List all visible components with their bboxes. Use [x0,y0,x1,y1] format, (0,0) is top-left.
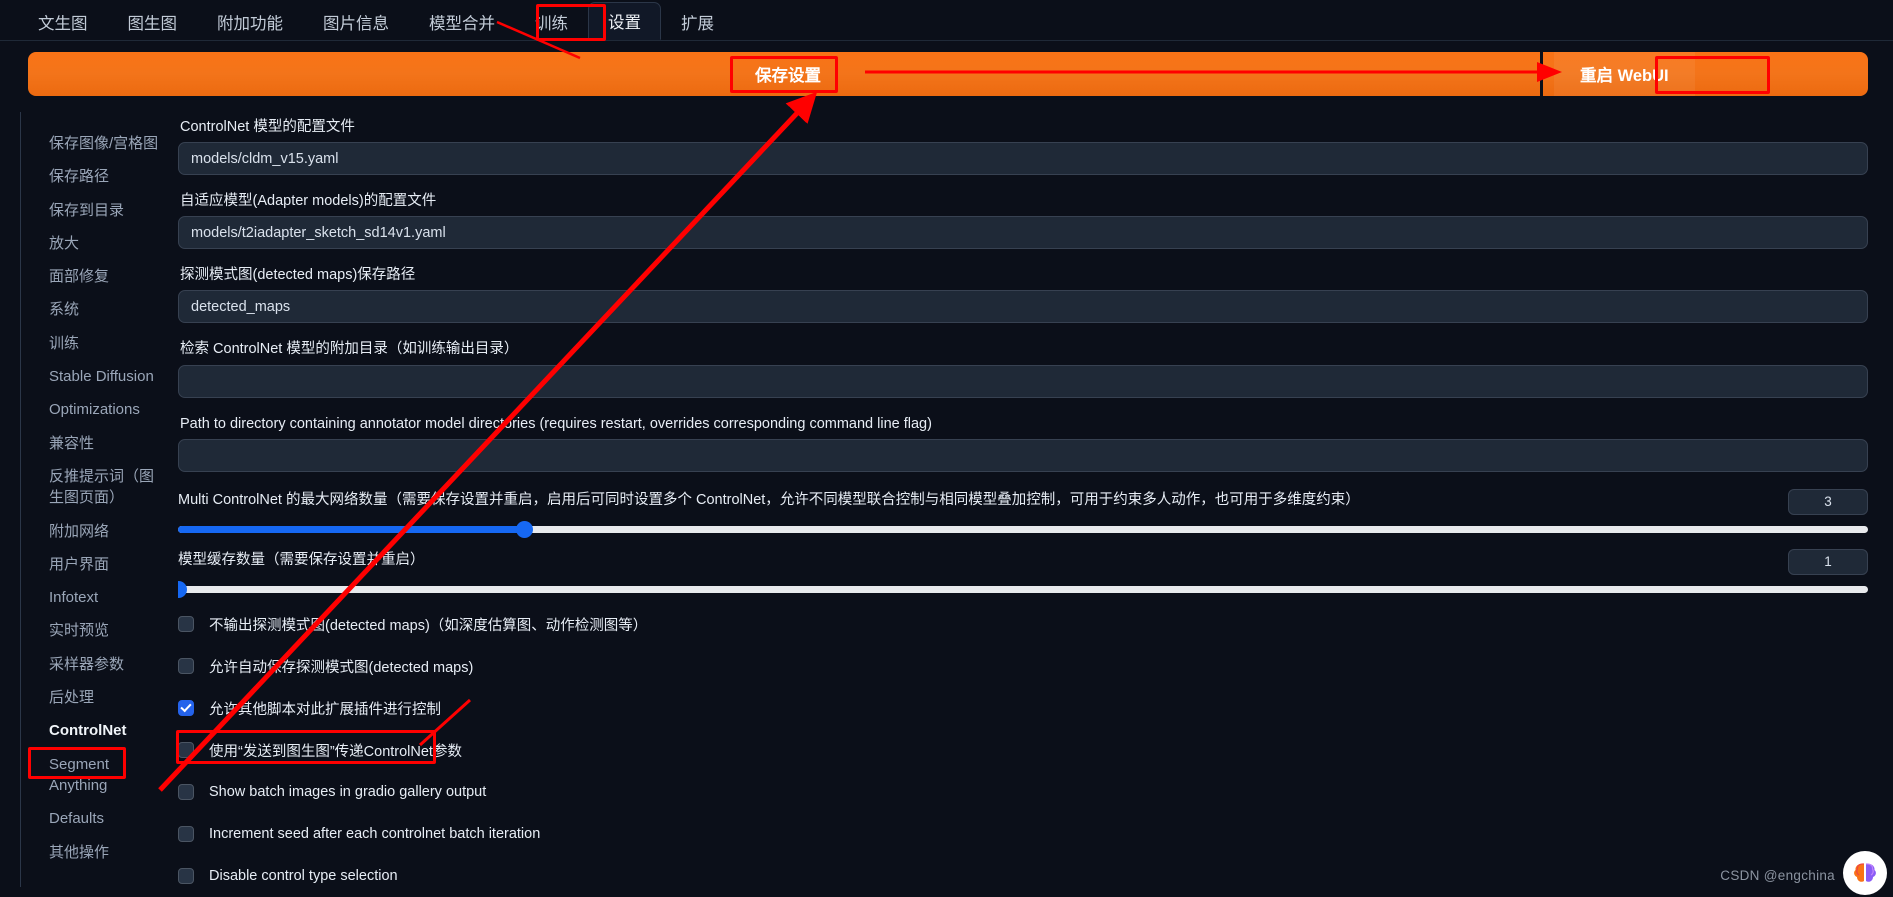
multi-controlnet-slider-knob[interactable] [516,520,534,538]
model-cache-slider-head: 模型缓存数量（需要保存设置并重启） 1 [178,548,1868,575]
top-tab-bar: 文生图 图生图 附加功能 图片信息 模型合并 训练 设置 扩展 [0,0,1893,41]
tab-label: 训练 [535,14,568,33]
config-file-value: models/cldm_v15.yaml [191,150,339,167]
extra-models-dir-label: 检索 ControlNet 模型的附加目录（如训练输出目录） [180,341,519,358]
checkbox-row-disable-control-type[interactable]: Disable control type selection [178,861,1868,888]
adapter-config-label: 自适应模型(Adapter models)的配置文件 [180,193,437,210]
checkbox-allow-other-scripts[interactable] [178,700,194,717]
sidebar-item-save-to-dirs[interactable]: 保存到目录 [21,194,170,227]
adapter-config-value: models/t2iadapter_sketch_sd14v1.yaml [191,224,446,241]
sidebar-item-face-restoration[interactable]: 面部修复 [21,260,170,293]
save-settings-label: 保存设置 [755,67,821,85]
sidebar-item-training[interactable]: 训练 [21,327,170,360]
sidebar-item-defaults[interactable]: Defaults [21,802,170,835]
checkbox-label: 允许其他脚本对此扩展插件进行控制 [209,701,441,718]
checkbox-autosave-detectmap[interactable] [178,658,194,675]
checkbox-label: Increment seed after each controlnet bat… [209,826,541,843]
tab-label: 图生图 [127,14,178,33]
sidebar-item-other-actions[interactable]: 其他操作 [21,836,170,869]
detected-maps-path-label: 探测模式图(detected maps)保存路径 [180,267,416,284]
sidebar-item-segment-anything[interactable]: Segment Anything [21,748,170,803]
checkbox-label: 允许自动保存探测模式图(detected maps) [209,659,474,676]
tab-label: 附加功能 [217,14,283,33]
checkbox-row-autosave-detectmap[interactable]: 允许自动保存探测模式图(detected maps) [178,651,1868,682]
restart-webui-button[interactable]: 重启 WebUI [1554,52,1695,96]
detected-maps-path-input[interactable]: detected_maps [178,290,1868,324]
sidebar-item-interrogate[interactable]: 反推提示词（图生图页面） [21,460,170,515]
app-root: 文生图 图生图 附加功能 图片信息 模型合并 训练 设置 扩展 保存设置 重启 … [0,0,1893,897]
tab-png-info[interactable]: 图片信息 [303,2,409,40]
model-cache-slider-block: 模型缓存数量（需要保存设置并重启） 1 [178,548,1868,598]
multi-controlnet-slider-head: Multi ControlNet 的最大网络数量（需要保存设置并重启，启用后可同… [178,488,1868,515]
sidebar-item-save-paths[interactable]: 保存路径 [21,160,170,193]
settings-sidebar: 保存图像/宫格图 保存路径 保存到目录 放大 面部修复 系统 训练 Stable… [20,112,170,887]
checkbox-row-no-detectmap[interactable]: 不输出探测模式图(detected maps)（如深度估算图、动作检测图等） [178,609,1868,640]
checkbox-show-batch-images[interactable] [178,784,194,801]
tab-label: 图片信息 [323,14,389,33]
adapter-config-input[interactable]: models/t2iadapter_sketch_sd14v1.yaml [178,216,1868,250]
tab-label: 模型合并 [429,14,495,33]
extra-models-dir-input[interactable] [178,364,1868,398]
sidebar-item-controlnet[interactable]: ControlNet [21,714,170,747]
watermark-text: CSDN @engchina [1720,868,1835,883]
multi-controlnet-value-box[interactable]: 3 [1788,488,1868,515]
detected-maps-path-value: detected_maps [191,298,291,315]
sidebar-item-infotext[interactable]: Infotext [21,581,170,614]
model-cache-value: 1 [1824,554,1832,570]
annotator-dir-input[interactable] [178,438,1868,472]
checkbox-no-detectmap[interactable] [178,616,194,633]
checkbox-row-show-batch-images[interactable]: Show batch images in gradio gallery outp… [178,777,1868,808]
tab-extras[interactable]: 附加功能 [197,2,303,40]
multi-controlnet-value: 3 [1824,494,1832,510]
checkbox-row-increment-seed[interactable]: Increment seed after each controlnet bat… [178,819,1868,850]
sidebar-item-postprocessing[interactable]: 后处理 [21,681,170,714]
multi-controlnet-slider-block: Multi ControlNet 的最大网络数量（需要保存设置并重启，启用后可同… [178,488,1868,538]
sidebar-item-user-interface[interactable]: 用户界面 [21,548,170,581]
tab-label: 文生图 [38,14,88,33]
sidebar-item-optimizations[interactable]: Optimizations [21,393,170,426]
model-cache-slider-label: 模型缓存数量（需要保存设置并重启） [178,551,425,568]
checkbox-increment-seed[interactable] [178,826,194,843]
checkbox-label: Show batch images in gradio gallery outp… [209,784,487,801]
tab-train[interactable]: 训练 [515,2,588,40]
sidebar-item-stable-diffusion[interactable]: Stable Diffusion [21,360,170,393]
checkbox-row-allow-other-scripts[interactable]: 允许其他脚本对此扩展插件进行控制 [178,693,1868,724]
save-settings-button[interactable]: 保存设置 [733,53,843,95]
tab-checkpoint-merger[interactable]: 模型合并 [409,2,515,40]
config-file-label: ControlNet 模型的配置文件 [180,119,355,135]
settings-action-bar: 保存设置 重启 WebUI [28,52,1868,96]
checkbox-row-send-to-img2img[interactable]: 使用“发送到图生图”传递ControlNet参数 [178,735,1868,766]
checkbox-label: 不输出探测模式图(detected maps)（如深度估算图、动作检测图等） [209,617,648,634]
tab-label: 设置 [608,14,641,32]
multi-controlnet-slider[interactable] [178,520,1868,538]
multi-controlnet-slider-label: Multi ControlNet 的最大网络数量（需要保存设置并重启，启用后可同… [178,491,1360,508]
tab-img2img[interactable]: 图生图 [108,2,198,40]
checkbox-disable-control-type[interactable] [178,868,194,885]
sidebar-item-upscaling[interactable]: 放大 [21,227,170,260]
checkbox-send-to-img2img[interactable] [178,742,194,759]
tab-txt2img[interactable]: 文生图 [18,2,108,40]
annotator-dir-label: Path to directory containing annotator m… [180,415,932,432]
model-cache-slider[interactable] [178,580,1868,598]
config-file-input[interactable]: models/cldm_v15.yaml [178,142,1868,176]
tab-extensions[interactable]: 扩展 [661,2,734,40]
sidebar-item-save-images[interactable]: 保存图像/宫格图 [21,127,170,160]
sidebar-item-system[interactable]: 系统 [21,293,170,326]
model-cache-value-box[interactable]: 1 [1788,548,1868,575]
sidebar-item-extra-networks[interactable]: 附加网络 [21,515,170,548]
controlnet-settings-panel: ControlNet 模型的配置文件 models/cldm_v15.yaml … [178,118,1868,888]
restart-webui-label: 重启 WebUI [1580,67,1669,85]
sidebar-item-live-previews[interactable]: 实时预览 [21,614,170,647]
sidebar-item-sampler-params[interactable]: 采样器参数 [21,648,170,681]
checkbox-label: Disable control type selection [209,868,398,885]
model-cache-slider-knob[interactable] [178,580,187,598]
watermark-logo-icon [1843,851,1887,895]
tab-settings[interactable]: 设置 [588,2,661,40]
multi-controlnet-slider-fill [178,525,525,533]
tab-label: 扩展 [681,14,714,33]
checkbox-label: 使用“发送到图生图”传递ControlNet参数 [209,743,462,760]
brain-icon [1854,863,1876,882]
action-bar-divider [1540,52,1543,96]
sidebar-item-compatibility[interactable]: 兼容性 [21,427,170,460]
